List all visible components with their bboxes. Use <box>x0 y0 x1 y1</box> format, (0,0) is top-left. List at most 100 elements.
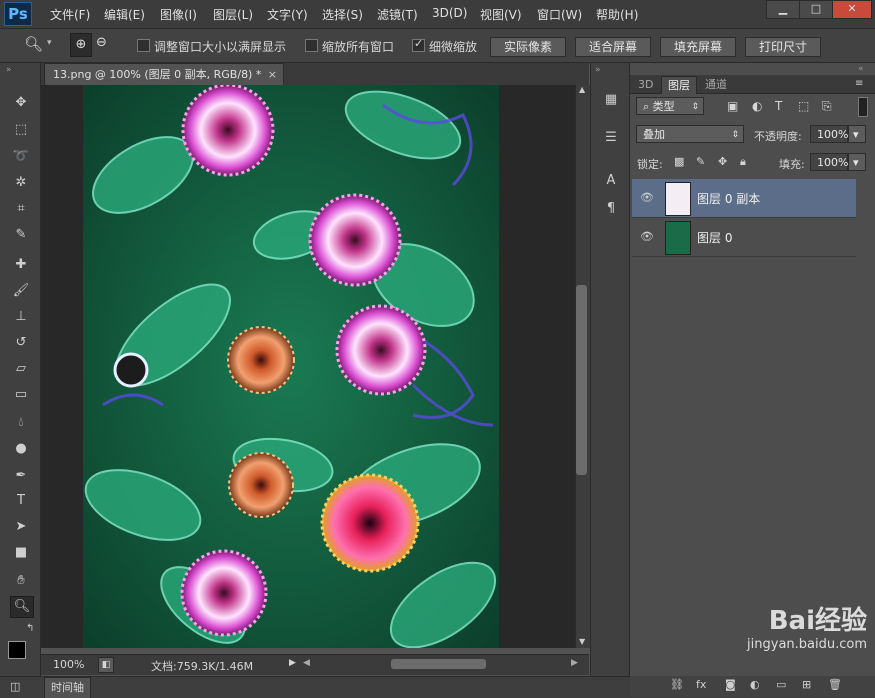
opacity-chevron-icon[interactable]: ▾ <box>848 125 866 143</box>
menu-edit[interactable]: 编辑(E) <box>104 6 145 23</box>
menu-view[interactable]: 视图(V) <box>480 6 522 23</box>
zoom-in-icon[interactable]: ⊕ <box>70 33 92 57</box>
timeline-icon[interactable]: ◫ <box>10 680 20 693</box>
fill-input[interactable]: 100% <box>810 153 848 171</box>
filter-shape-icon[interactable]: ⬚ <box>798 99 809 113</box>
move-tool-icon[interactable]: ✥ <box>10 93 32 113</box>
visibility-eye-icon[interactable]: 👁︎ <box>640 191 654 204</box>
chevron-down-icon[interactable]: ▾ <box>47 38 52 48</box>
minimize-button[interactable]: ▁ <box>766 0 800 19</box>
fit-screen-button[interactable]: 适合屏幕 <box>575 37 651 57</box>
status-menu-icon[interactable]: ▶ <box>289 658 296 668</box>
timeline-tab[interactable]: 时间轴 <box>44 677 91 698</box>
maximize-button[interactable]: □ <box>799 0 833 19</box>
clone-stamp-tool-icon[interactable]: ⊥ <box>10 307 32 327</box>
layer-style-icon[interactable]: fx <box>696 678 706 691</box>
collapse-panel-icon[interactable]: « <box>858 64 864 74</box>
print-size-button[interactable]: 打印尺寸 <box>745 37 821 57</box>
layer-row[interactable]: 👁︎ 图层 0 <box>632 218 856 257</box>
zoom-all-windows-checkbox[interactable] <box>305 39 318 52</box>
magic-wand-tool-icon[interactable]: ✲ <box>10 173 32 193</box>
scroll-left-icon[interactable]: ◀ <box>303 658 310 668</box>
marquee-tool-icon[interactable]: ⬚ <box>10 120 32 140</box>
menu-select[interactable]: 选择(S) <box>322 6 363 23</box>
eyedropper-tool-icon[interactable]: ✎ <box>10 225 32 245</box>
paragraph-panel-icon[interactable]: ¶ <box>600 199 622 219</box>
new-layer-icon[interactable]: ⊞ <box>802 678 811 691</box>
scrubby-zoom-checkbox[interactable] <box>412 37 425 52</box>
menu-3d[interactable]: 3D(D) <box>432 6 467 20</box>
resize-windows-checkbox[interactable] <box>137 39 150 52</box>
foreground-color-swatch[interactable] <box>8 641 26 659</box>
pen-tool-icon[interactable]: ✒ <box>10 466 32 486</box>
filter-type-icon[interactable]: T <box>775 99 782 113</box>
menu-file[interactable]: 文件(F) <box>50 6 90 23</box>
navigator-panel-icon[interactable]: ▦ <box>600 90 622 110</box>
filter-smart-object-icon[interactable]: ⎘ <box>822 99 832 114</box>
delete-layer-icon[interactable]: 🗑︎ <box>828 678 842 691</box>
panel-menu-icon[interactable]: ≡ <box>855 78 863 89</box>
close-button[interactable]: ✕ <box>832 0 872 19</box>
blend-mode-dropdown[interactable]: 叠加 ⇕ <box>636 125 744 143</box>
path-selection-tool-icon[interactable]: ➤ <box>10 517 32 537</box>
add-mask-icon[interactable]: ◙ <box>725 678 736 691</box>
lock-transparent-icon[interactable]: ▩ <box>674 155 684 168</box>
layer-filter-dropdown[interactable]: ⌕ 类型 ⇕ <box>636 97 704 115</box>
hand-tool-icon[interactable]: ✋︎ <box>10 571 32 591</box>
healing-brush-tool-icon[interactable]: ✚ <box>10 255 32 275</box>
lasso-tool-icon[interactable]: ➰ <box>10 147 32 167</box>
zoom-tool-icon[interactable]: 🔍︎ <box>10 596 34 618</box>
link-layers-icon[interactable]: ⛓︎ <box>670 678 684 691</box>
brush-tool-icon[interactable]: 🖌︎ <box>10 281 32 301</box>
status-info-icon[interactable]: ◧ <box>98 657 114 673</box>
history-panel-icon[interactable]: ☰ <box>600 128 622 148</box>
menu-image[interactable]: 图像(I) <box>160 6 197 23</box>
lock-position-icon[interactable]: ✥ <box>718 155 727 168</box>
scroll-up-icon[interactable]: ▲ <box>579 85 585 94</box>
type-tool-icon[interactable]: T <box>10 491 32 511</box>
tab-channels[interactable]: 通道 <box>699 76 733 93</box>
dodge-tool-icon[interactable]: ● <box>10 439 32 459</box>
history-brush-tool-icon[interactable]: ↺ <box>10 333 32 353</box>
collapse-icon[interactable]: » <box>595 65 601 75</box>
fill-screen-button[interactable]: 填充屏幕 <box>660 37 736 57</box>
fill-chevron-icon[interactable]: ▾ <box>848 153 866 171</box>
adjustment-layer-icon[interactable]: ◐ <box>750 678 760 691</box>
collapse-icon[interactable]: » <box>6 65 12 75</box>
menu-help[interactable]: 帮助(H) <box>596 6 638 23</box>
watermark: Bai经验 jingyan.baidu.com <box>747 600 867 652</box>
actual-pixels-button[interactable]: 实际像素 <box>490 37 566 57</box>
tab-layers[interactable]: 图层 <box>661 76 697 94</box>
filter-toggle[interactable] <box>858 97 868 117</box>
opacity-input[interactable]: 100% <box>810 125 848 143</box>
scroll-down-icon[interactable]: ▼ <box>579 637 585 646</box>
document-image[interactable] <box>83 85 499 648</box>
gradient-tool-icon[interactable]: ▭ <box>10 385 32 405</box>
lock-all-icon[interactable]: 🔒︎ <box>740 155 746 169</box>
zoom-out-icon[interactable]: ⊖ <box>96 35 107 50</box>
swap-colors-icon[interactable]: ↰ <box>26 623 34 634</box>
character-panel-icon[interactable]: A <box>600 171 622 191</box>
menu-layer[interactable]: 图层(L) <box>213 6 253 23</box>
shape-tool-icon[interactable]: ■ <box>10 543 32 563</box>
menu-filter[interactable]: 滤镜(T) <box>377 6 418 23</box>
menu-window[interactable]: 窗口(W) <box>537 6 582 23</box>
vertical-scroll-thumb[interactable] <box>576 285 587 475</box>
menu-type[interactable]: 文字(Y) <box>267 6 308 23</box>
scroll-right-icon[interactable]: ▶ <box>571 658 578 668</box>
close-tab-icon[interactable]: × <box>268 64 277 86</box>
filter-pixel-icon[interactable]: ▣ <box>727 99 738 113</box>
lock-brush-icon[interactable]: ✎ <box>696 155 705 168</box>
layer-row[interactable]: 👁︎ 图层 0 副本 <box>632 179 856 218</box>
eraser-tool-icon[interactable]: ▱ <box>10 359 32 379</box>
zoom-level[interactable]: 100% <box>53 658 84 671</box>
zoom-tool-icon[interactable]: 🔍︎ <box>24 35 43 53</box>
new-group-icon[interactable]: ▭ <box>776 678 786 691</box>
horizontal-scroll-thumb[interactable] <box>391 659 486 669</box>
visibility-eye-icon[interactable]: 👁︎ <box>640 230 654 243</box>
blur-tool-icon[interactable]: 💧︎ <box>10 413 32 433</box>
tab-3d[interactable]: 3D <box>632 76 659 93</box>
crop-tool-icon[interactable]: ⌗ <box>10 199 32 219</box>
filter-adjustment-icon[interactable]: ◐ <box>752 99 762 113</box>
document-tab[interactable]: 13.png @ 100% (图层 0 副本, RGB/8) * × <box>44 63 284 85</box>
